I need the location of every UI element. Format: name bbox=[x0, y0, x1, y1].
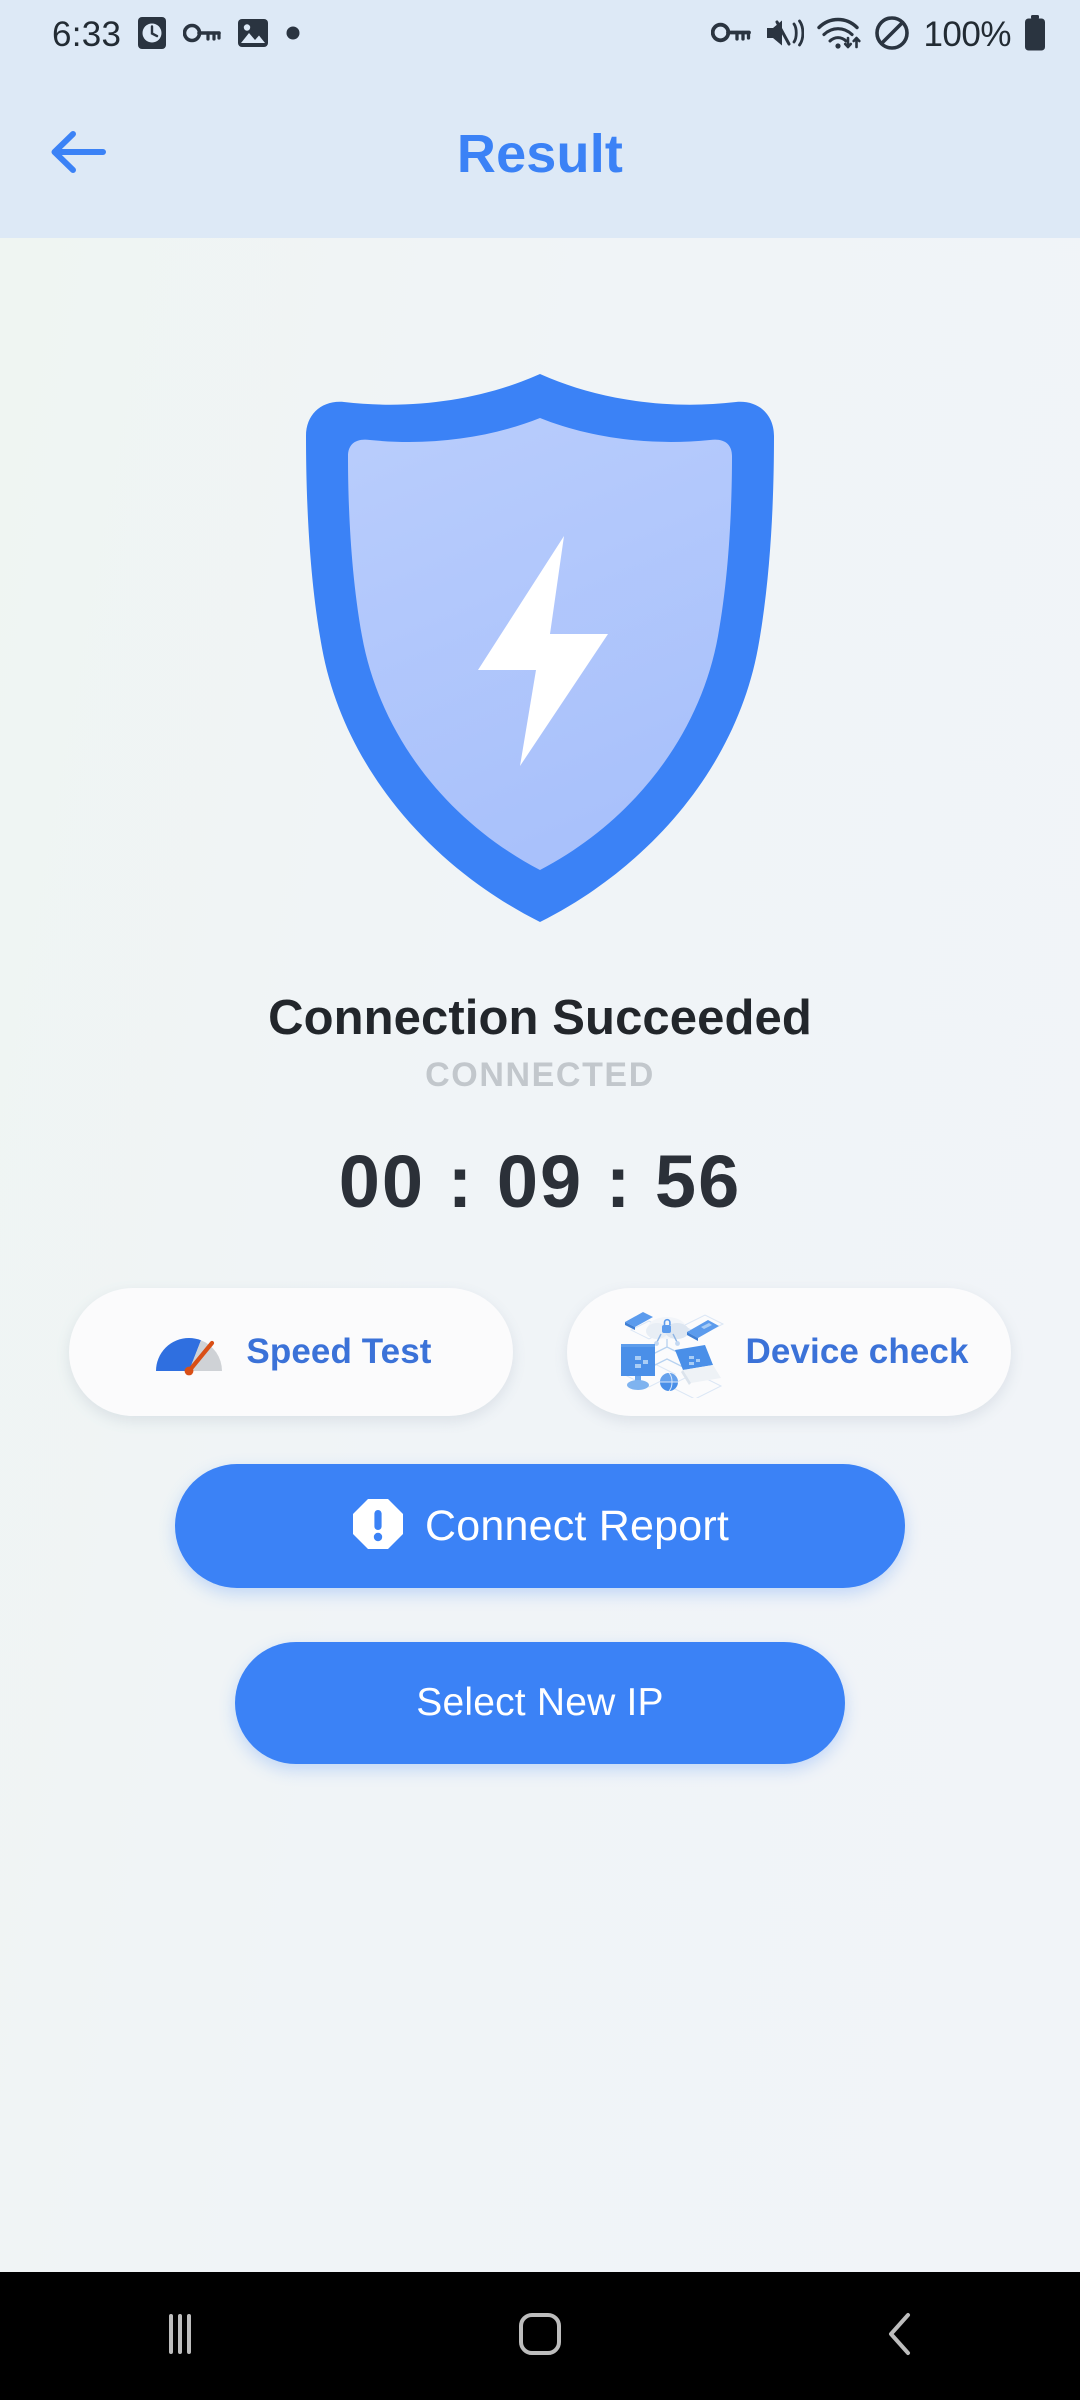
secondary-action-row: Speed Test Device check bbox=[0, 1288, 1080, 1416]
home-icon bbox=[516, 2310, 564, 2363]
main-content: Connection Succeeded CONNECTED 00 : 09 :… bbox=[0, 238, 1080, 2272]
back-button-nav[interactable] bbox=[800, 2272, 1000, 2400]
status-bar-right: 100% bbox=[711, 14, 1046, 56]
status-bar-clock: 6:33 bbox=[52, 15, 122, 54]
back-chevron-icon bbox=[882, 2310, 918, 2363]
vpn-key-icon bbox=[711, 20, 752, 50]
photo-icon bbox=[237, 18, 269, 53]
select-new-ip-button[interactable]: Select New IP bbox=[235, 1642, 845, 1764]
speedometer-icon bbox=[150, 1321, 228, 1384]
connect-report-button[interactable]: Connect Report bbox=[175, 1464, 905, 1588]
speed-test-button[interactable]: Speed Test bbox=[69, 1288, 513, 1416]
connect-report-label: Connect Report bbox=[425, 1501, 729, 1550]
back-button[interactable] bbox=[28, 104, 128, 204]
vpn-key-icon bbox=[183, 21, 222, 50]
connection-status-subtitle: CONNECTED bbox=[425, 1056, 655, 1094]
do-not-disturb-icon bbox=[874, 15, 910, 56]
page-title: Result bbox=[456, 124, 624, 184]
select-new-ip-label: Select New IP bbox=[416, 1681, 664, 1724]
alert-octagon-icon bbox=[351, 1497, 405, 1556]
connection-timer: 00 : 09 : 56 bbox=[338, 1140, 742, 1223]
sound-mute-vibrate-icon bbox=[764, 16, 805, 55]
battery-percent-label: 100% bbox=[923, 15, 1011, 54]
battery-icon bbox=[1024, 14, 1046, 56]
dot-indicator-icon bbox=[285, 25, 301, 46]
device-check-label: Device check bbox=[745, 1332, 969, 1371]
app-bar: Result bbox=[0, 70, 1080, 238]
phone-screen: 6:33 100% Result Connection Succeeded CO… bbox=[0, 0, 1080, 2400]
alarm-clock-icon bbox=[137, 16, 167, 55]
status-bar-left: 6:33 bbox=[52, 15, 301, 55]
recents-button[interactable] bbox=[80, 2272, 280, 2400]
home-button[interactable] bbox=[440, 2272, 640, 2400]
wifi-data-icon bbox=[817, 16, 862, 55]
shield-bolt-icon bbox=[282, 348, 798, 928]
system-navigation-bar bbox=[0, 2272, 1080, 2400]
arrow-left-icon bbox=[49, 129, 107, 180]
status-bar: 6:33 100% bbox=[0, 0, 1080, 70]
connection-status-title: Connection Succeeded bbox=[268, 991, 812, 1045]
recents-icon bbox=[158, 2311, 202, 2362]
device-check-button[interactable]: Device check bbox=[567, 1288, 1011, 1416]
speed-test-label: Speed Test bbox=[246, 1332, 432, 1371]
devices-network-icon bbox=[609, 1302, 727, 1403]
